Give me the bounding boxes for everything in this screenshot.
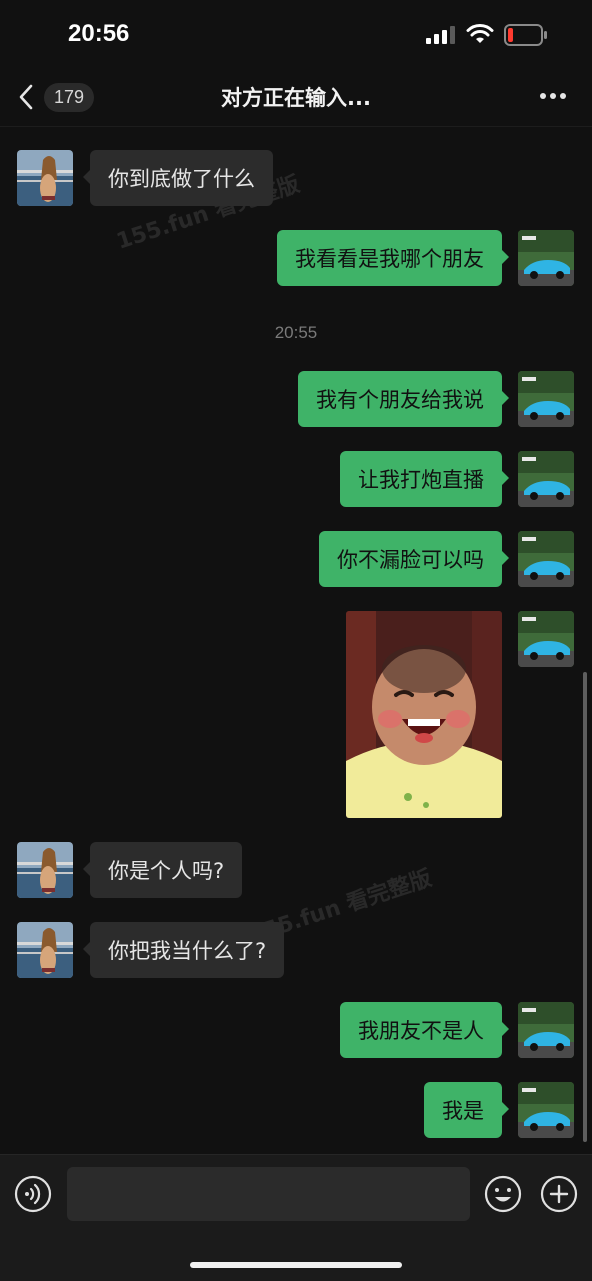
emoji-icon[interactable]: [484, 1175, 522, 1213]
contact-avatar[interactable]: [17, 922, 73, 978]
message-bubble-incoming[interactable]: 你是个人吗?: [82, 842, 243, 898]
message-bubble-outgoing[interactable]: 我是: [424, 1082, 509, 1138]
contact-avatar-image: [17, 922, 73, 978]
my-avatar[interactable]: [518, 1002, 574, 1058]
message-bubble-outgoing[interactable]: 让我打炮直播: [340, 451, 509, 507]
my-avatar[interactable]: [518, 611, 574, 667]
message-bubble-outgoing[interactable]: 我朋友不是人: [340, 1002, 509, 1058]
chat-header: 179 对方正在输入...: [0, 70, 592, 127]
contact-avatar[interactable]: [17, 842, 73, 898]
more-options-icon[interactable]: [530, 82, 576, 110]
contact-avatar-image: [17, 150, 73, 206]
contact-avatar[interactable]: [17, 150, 73, 206]
message-bubble-outgoing[interactable]: 我看看是我哪个朋友: [277, 230, 509, 286]
my-avatar[interactable]: [518, 230, 574, 286]
my-avatar-image: [518, 531, 574, 587]
my-avatar-image: [518, 371, 574, 427]
sticker-image: [346, 611, 502, 818]
message-bubble-outgoing[interactable]: 你不漏脸可以吗: [319, 531, 509, 587]
add-more-icon[interactable]: [540, 1175, 578, 1213]
message-list[interactable]: 155.fun 看完整版 155.fun 看完整版 你到底做了什么 我看看是我哪…: [0, 127, 592, 1154]
my-avatar-image: [518, 230, 574, 286]
scrollbar[interactable]: [583, 672, 587, 1142]
message-timestamp: 20:55: [274, 323, 318, 342]
message-input[interactable]: [67, 1167, 470, 1221]
chat-title: 对方正在输入...: [221, 86, 371, 110]
status-time: 20:56: [68, 20, 130, 47]
my-avatar-image: [518, 1002, 574, 1058]
cellular-signal-icon: [426, 26, 455, 44]
my-avatar-image: [518, 611, 574, 667]
message-bubble-incoming[interactable]: 你把我当什么了?: [82, 922, 285, 978]
battery-low-icon: [504, 24, 547, 46]
contact-avatar-image: [17, 842, 73, 898]
laughing-child-sticker[interactable]: [346, 611, 502, 818]
my-avatar-image: [518, 1082, 574, 1138]
my-avatar[interactable]: [518, 451, 574, 507]
my-avatar[interactable]: [518, 531, 574, 587]
message-bubble-incoming[interactable]: 你到底做了什么: [83, 150, 273, 206]
message-bubble-outgoing[interactable]: 我有个朋友给我说: [298, 371, 509, 427]
status-bar: 20:56: [0, 0, 592, 70]
my-avatar-image: [518, 451, 574, 507]
my-avatar[interactable]: [518, 1082, 574, 1138]
voice-input-icon[interactable]: [14, 1175, 52, 1213]
home-indicator[interactable]: [190, 1262, 402, 1268]
my-avatar[interactable]: [518, 371, 574, 427]
wifi-icon: [466, 24, 494, 43]
